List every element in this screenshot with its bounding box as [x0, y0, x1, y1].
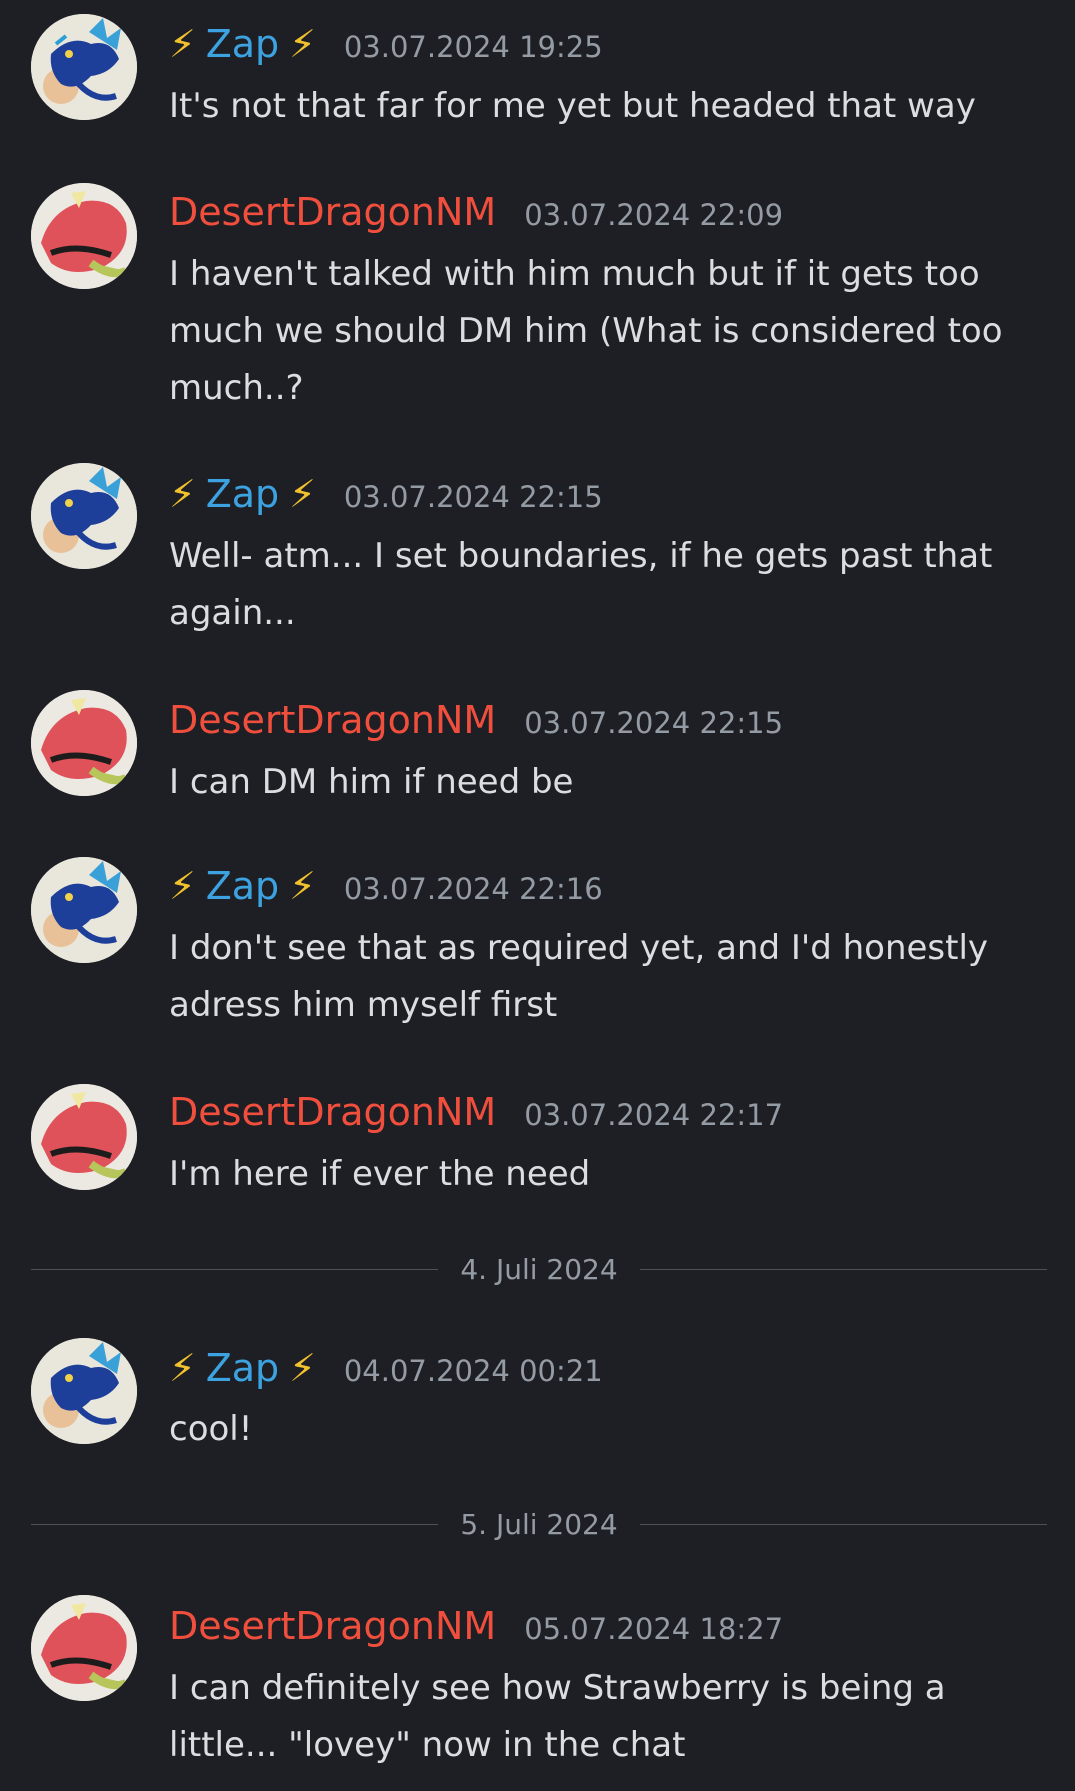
message-timestamp: 05.07.2024 18:27	[524, 1612, 784, 1646]
lightning-bolt-icon: ⚡	[169, 1346, 196, 1390]
zap-avatar-icon[interactable]	[31, 857, 137, 963]
zap-avatar-icon[interactable]	[31, 1338, 137, 1444]
date-divider: 4. Juli 2024	[31, 1249, 1047, 1289]
author-name[interactable]: Zap	[206, 472, 279, 516]
author-name[interactable]: Zap	[206, 1346, 279, 1390]
author-name[interactable]: DesertDragonNM	[169, 190, 496, 234]
message-text: I don't see that as required yet, and I'…	[169, 928, 989, 1025]
divider-line	[639, 1268, 1047, 1270]
message-header: ⚡ Zap ⚡ 03.07.2024 22:15	[169, 472, 603, 520]
message-text: It's not that far for me yet but headed …	[169, 86, 976, 126]
message-text: cool!	[169, 1409, 253, 1449]
message-text: I haven't talked with him much but if it…	[169, 254, 1003, 408]
message-timestamp: 03.07.2024 22:15	[524, 706, 784, 740]
date-divider-label: 5. Juli 2024	[460, 1507, 618, 1541]
message-timestamp: 03.07.2024 22:09	[524, 198, 784, 232]
lightning-bolt-icon: ⚡	[169, 22, 196, 66]
author-name[interactable]: DesertDragonNM	[169, 698, 496, 742]
message-timestamp: 03.07.2024 22:16	[343, 872, 603, 906]
dd-avatar-icon[interactable]	[31, 690, 137, 796]
message-header: DesertDragonNM 03.07.2024 22:09	[169, 190, 783, 238]
lightning-bolt-icon: ⚡	[169, 864, 196, 908]
lightning-bolt-icon: ⚡	[289, 864, 316, 908]
message-header: ⚡ Zap ⚡ 04.07.2024 00:21	[169, 1346, 603, 1394]
message-header: DesertDragonNM 03.07.2024 22:17	[169, 1090, 783, 1138]
zap-avatar-icon[interactable]	[31, 14, 137, 120]
dd-avatar-icon[interactable]	[31, 1595, 137, 1701]
date-divider: 5. Juli 2024	[31, 1504, 1047, 1544]
message-text: I'm here if ever the need	[169, 1154, 591, 1194]
message-text: Well- atm... I set boundaries, if he get…	[169, 536, 993, 633]
dd-avatar-icon[interactable]	[31, 1084, 137, 1190]
author-name[interactable]: Zap	[206, 22, 279, 66]
message-text: I can DM him if need be	[169, 762, 574, 802]
divider-line	[639, 1523, 1047, 1525]
message-timestamp: 03.07.2024 22:15	[343, 480, 603, 514]
message-timestamp: 04.07.2024 00:21	[343, 1354, 603, 1388]
message-header: ⚡ Zap ⚡ 03.07.2024 22:16	[169, 864, 603, 912]
message-header: DesertDragonNM 05.07.2024 18:27	[169, 1604, 783, 1652]
message-timestamp: 03.07.2024 19:25	[343, 30, 603, 64]
author-name[interactable]: DesertDragonNM	[169, 1090, 496, 1134]
dd-avatar-icon[interactable]	[31, 183, 137, 289]
lightning-bolt-icon: ⚡	[289, 472, 316, 516]
message-text: I can definitely see how Strawberry is b…	[169, 1668, 946, 1765]
author-name[interactable]: Zap	[206, 864, 279, 908]
zap-avatar-icon[interactable]	[31, 463, 137, 569]
lightning-bolt-icon: ⚡	[289, 22, 316, 66]
lightning-bolt-icon: ⚡	[169, 472, 196, 516]
lightning-bolt-icon: ⚡	[289, 1346, 316, 1390]
divider-line	[31, 1268, 439, 1270]
author-name[interactable]: DesertDragonNM	[169, 1604, 496, 1648]
date-divider-label: 4. Juli 2024	[460, 1252, 618, 1286]
message-header: DesertDragonNM 03.07.2024 22:15	[169, 698, 783, 746]
message-header: ⚡ Zap ⚡ 03.07.2024 19:25	[169, 22, 603, 70]
divider-line	[31, 1523, 439, 1525]
message-timestamp: 03.07.2024 22:17	[524, 1098, 784, 1132]
